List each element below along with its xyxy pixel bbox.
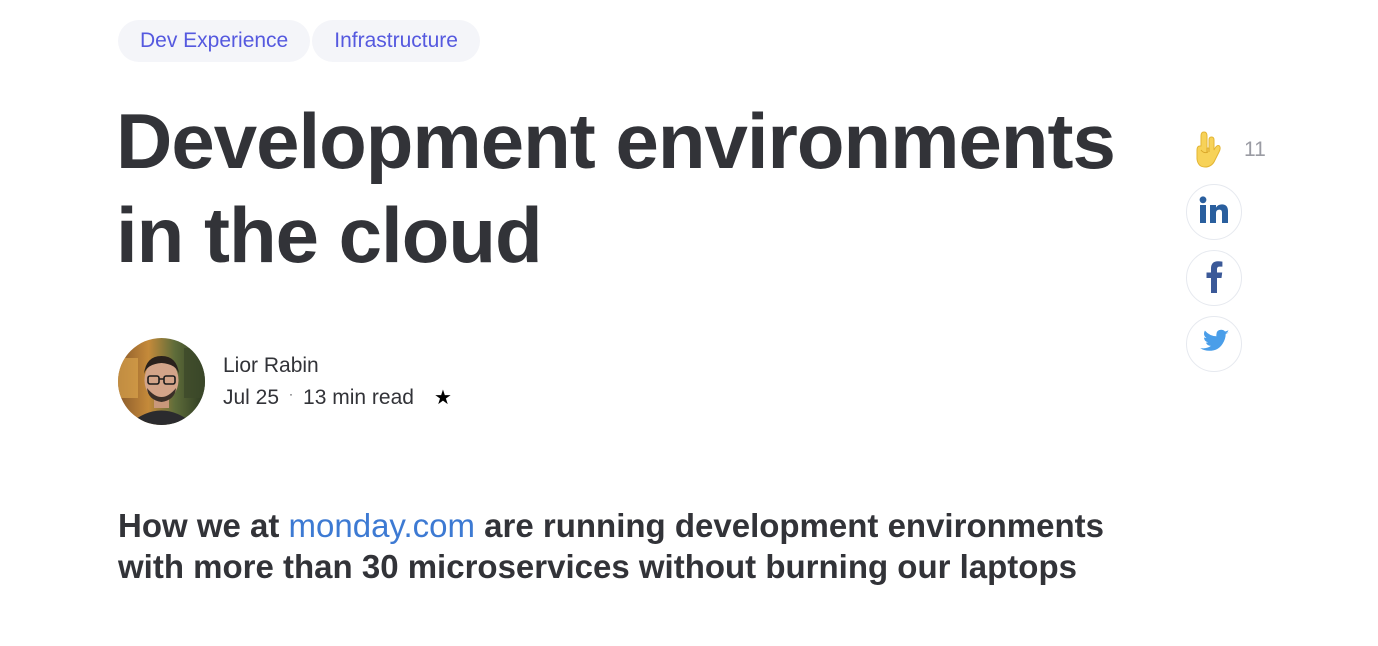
share-facebook-button[interactable] bbox=[1186, 250, 1242, 306]
article-subtitle: How we at monday.com are running develop… bbox=[118, 505, 1178, 587]
article-title: Development environments in the cloud bbox=[116, 94, 1156, 282]
author-info: Lior Rabin Jul 25 · 13 min read ★ bbox=[223, 350, 452, 414]
clap-count: 11 bbox=[1244, 138, 1266, 161]
linkedin-icon bbox=[1199, 195, 1229, 229]
star-icon: ★ bbox=[433, 386, 452, 409]
share-linkedin-button[interactable] bbox=[1186, 184, 1242, 240]
article-title-line1: Development environments bbox=[116, 97, 1116, 185]
tag-dev-experience[interactable]: Dev Experience bbox=[118, 20, 311, 62]
share-sidebar: 11 bbox=[1186, 126, 1276, 372]
share-twitter-button[interactable] bbox=[1186, 316, 1242, 372]
read-time: 13 min read bbox=[303, 385, 414, 409]
post-meta: Jul 25 · 13 min read ★ bbox=[223, 382, 452, 414]
subtitle-prefix: How we at bbox=[118, 507, 280, 544]
clap-widget: 11 bbox=[1186, 126, 1276, 174]
tag-list: Dev Experience Infrastructure bbox=[118, 20, 480, 62]
article-title-line2: in the cloud bbox=[116, 191, 543, 279]
facebook-icon bbox=[1205, 259, 1223, 298]
author-block: Lior Rabin Jul 25 · 13 min read ★ bbox=[118, 338, 452, 425]
author-name[interactable]: Lior Rabin bbox=[223, 350, 452, 382]
meta-separator: · bbox=[289, 386, 294, 401]
tag-infrastructure[interactable]: Infrastructure bbox=[312, 20, 480, 62]
rock-hand-icon[interactable] bbox=[1186, 126, 1230, 174]
monday-link[interactable]: monday.com bbox=[289, 507, 475, 544]
avatar[interactable] bbox=[118, 338, 205, 425]
post-date: Jul 25 bbox=[223, 385, 280, 409]
twitter-icon bbox=[1198, 329, 1230, 360]
